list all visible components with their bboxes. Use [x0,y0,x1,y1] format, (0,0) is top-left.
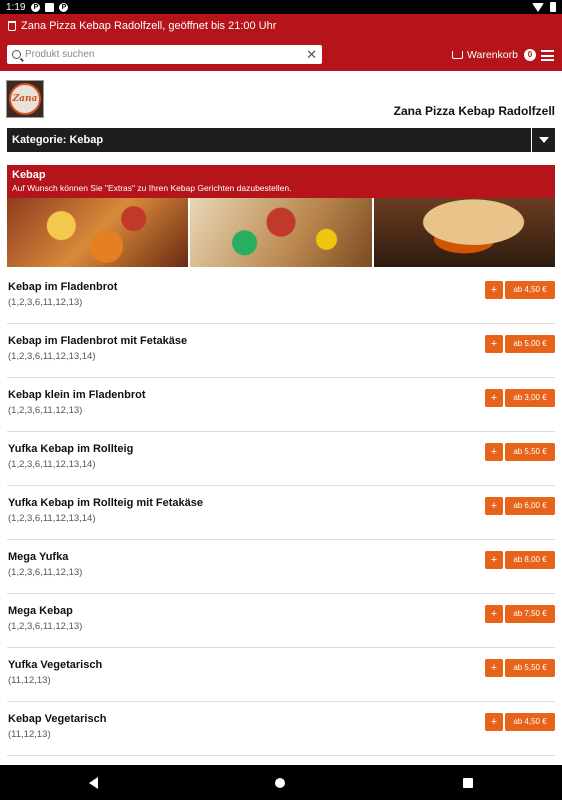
price-button[interactable]: ab 8,00 € [505,551,555,569]
item-actions: + ab 6,00 € [485,497,555,515]
cart-label: Warenkorb [467,49,518,61]
recent-apps-icon[interactable] [463,777,474,788]
item-actions: + ab 4,50 € [485,281,555,299]
item-allergens: (1,2,3,6,11,12,13) [8,405,83,416]
sandwich-photo [373,198,555,267]
price-button[interactable]: ab 6,00 € [505,497,555,515]
sim-icon [45,2,55,12]
item-name: Yufka Vegetarisch [8,659,103,671]
category-header: Kebap Auf Wunsch können Sie "Extras" zu … [7,165,555,198]
list-item[interactable]: Kebap im Fladenbrot mit Fetakäse (1,2,3,6… [7,324,555,378]
wrap-photo [190,198,372,267]
search-input[interactable] [25,49,307,60]
item-name: Mega Kebap [8,605,73,617]
add-button[interactable]: + [485,443,503,461]
back-icon[interactable] [88,776,98,789]
list-item[interactable]: Kebap Vegetarisch (11,12,13) + ab 4,50 € [7,702,555,756]
price-button[interactable]: ab 5,00 € [505,335,555,353]
add-button[interactable]: + [485,551,503,569]
item-name: Kebap im Fladenbrot [8,281,118,293]
product-list: Kebap im Fladenbrot (1,2,3,6,11,12,13) + ab… [7,270,555,756]
wifi-icon [532,2,544,12]
cart-count-badge: 0 [523,49,536,61]
status-time: 1:19 [6,1,26,13]
item-allergens: (1,2,3,6,11,12,13) [8,567,83,578]
item-actions: + ab 5,50 € [485,443,555,461]
add-button[interactable]: + [485,497,503,515]
item-actions: + ab 8,00 € [485,551,555,569]
category-select[interactable]: Kategorie: Kebap [7,128,555,152]
close-icon[interactable]: ✕ [306,48,317,61]
item-actions: + ab 4,50 € [485,713,555,731]
category-subtitle: Auf Wunsch können Sie "Extras" zu Ihren … [12,183,292,193]
item-name: Yufka Kebap im Rollteig [8,443,134,455]
list-item[interactable]: Yufka Kebap im Rollteig mit Fetakäse (1,2… [7,486,555,540]
android-nav-bar [0,765,562,800]
add-button[interactable]: + [485,281,503,299]
search-icon [12,50,21,59]
notification-icon: P [59,2,69,12]
item-allergens: (1,2,3,6,11,12,13) [8,621,83,632]
price-button[interactable]: ab 5,50 € [505,659,555,677]
search-bar: ✕ [7,45,322,64]
item-actions: + ab 5,50 € [485,659,555,677]
price-button[interactable]: ab 3,00 € [505,389,555,407]
shop-status: Zana Pizza Kebap Radolfzell, geöffnet bi… [8,20,276,32]
list-item[interactable]: Kebap klein im Fladenbrot (1,2,3,6,11,12,… [7,378,555,432]
category-select-label: Kategorie: Kebap [12,134,104,146]
item-allergens: (1,2,3,6,11,12,13,14) [8,459,96,470]
list-item[interactable]: Yufka Vegetarisch (11,12,13) + ab 5,50 € [7,648,555,702]
dropdown-toggle[interactable] [531,128,555,152]
add-button[interactable]: + [485,659,503,677]
category-photos [7,198,555,267]
add-button[interactable]: + [485,335,503,353]
restaurant-name: Zana Pizza Kebap Radolfzell [393,104,555,118]
add-button[interactable]: + [485,713,503,731]
status-bar: 1:19 P P [0,0,562,14]
logo-text: Zana [9,83,41,115]
item-allergens: (11,12,13) [8,675,51,686]
item-actions: + ab 7,50 € [485,605,555,623]
item-allergens: (1,2,3,6,11,12,13) [8,297,83,308]
kebab-photo [7,198,189,267]
chevron-down-icon [538,137,549,143]
restaurant-logo: Zana [6,80,44,118]
shop-status-text: Zana Pizza Kebap Radolfzell, geöffnet bi… [21,20,277,32]
item-name: Kebap Vegetarisch [8,713,107,725]
cart-button[interactable]: Warenkorb 0 [452,49,536,61]
category-title: Kebap [12,169,46,181]
price-button[interactable]: ab 4,50 € [505,281,555,299]
item-name: Kebap klein im Fladenbrot [8,389,146,401]
add-button[interactable]: + [485,389,503,407]
item-name: Kebap im Fladenbrot mit Fetakäse [8,335,188,347]
item-allergens: (1,2,3,6,11,12,13,14) [8,513,96,524]
item-name: Mega Yufka [8,551,69,563]
home-icon[interactable] [275,777,286,788]
list-item[interactable]: Kebap im Fladenbrot (1,2,3,6,11,12,13) + ab… [7,270,555,324]
cart-icon [452,51,463,59]
item-allergens: (11,12,13) [8,729,51,740]
cup-icon [8,21,16,31]
item-name: Yufka Kebap im Rollteig mit Fetakäse [8,497,204,509]
list-item[interactable]: Mega Yufka (1,2,3,6,11,12,13) + ab 8,00 € [7,540,555,594]
item-actions: + ab 5,00 € [485,335,555,353]
list-item[interactable]: Mega Kebap (1,2,3,6,11,12,13) + ab 7,50 € [7,594,555,648]
notification-icon: P [31,2,41,12]
item-actions: + ab 3,00 € [485,389,555,407]
add-button[interactable]: + [485,605,503,623]
price-button[interactable]: ab 4,50 € [505,713,555,731]
item-allergens: (1,2,3,6,11,12,13,14) [8,351,96,362]
price-button[interactable]: ab 7,50 € [505,605,555,623]
hamburger-menu-icon[interactable] [541,50,554,61]
price-button[interactable]: ab 5,50 € [505,443,555,461]
battery-icon [550,2,556,12]
app-header: Zana Pizza Kebap Radolfzell, geöffnet bi… [0,14,562,71]
list-item[interactable]: Yufka Kebap im Rollteig (1,2,3,6,11,12,13… [7,432,555,486]
